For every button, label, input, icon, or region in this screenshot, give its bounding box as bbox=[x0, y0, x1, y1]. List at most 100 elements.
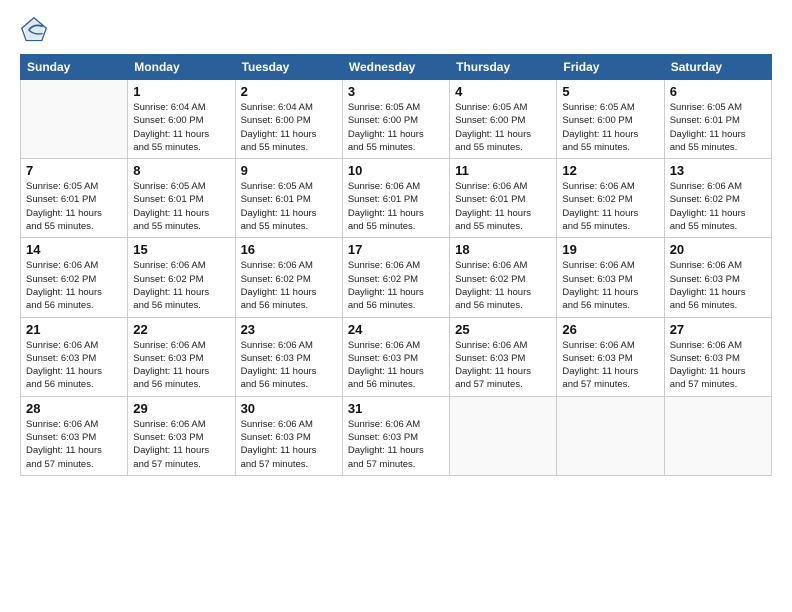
calendar-cell: 31 Sunrise: 6:06 AM Sunset: 6:03 PM Dayli… bbox=[342, 396, 449, 475]
calendar-cell: 4 Sunrise: 6:05 AM Sunset: 6:00 PM Daylig… bbox=[450, 80, 557, 159]
day-info: Sunrise: 6:05 AM Sunset: 6:01 PM Dayligh… bbox=[241, 180, 337, 233]
day-number: 31 bbox=[348, 401, 444, 416]
weekday-header: Tuesday bbox=[235, 55, 342, 80]
day-number: 29 bbox=[133, 401, 229, 416]
day-number: 26 bbox=[562, 322, 658, 337]
day-info: Sunrise: 6:06 AM Sunset: 6:03 PM Dayligh… bbox=[241, 339, 337, 392]
day-number: 21 bbox=[26, 322, 122, 337]
calendar-cell: 14 Sunrise: 6:06 AM Sunset: 6:02 PM Dayli… bbox=[21, 238, 128, 317]
weekday-header: Sunday bbox=[21, 55, 128, 80]
calendar-row: 28 Sunrise: 6:06 AM Sunset: 6:03 PM Dayli… bbox=[21, 396, 772, 475]
calendar-cell: 27Sunrise: 6:06 AM Sunset: 6:03 PM Dayli… bbox=[664, 317, 771, 396]
calendar-cell: 16Sunrise: 6:06 AM Sunset: 6:02 PM Dayli… bbox=[235, 238, 342, 317]
calendar-cell: 15Sunrise: 6:06 AM Sunset: 6:02 PM Dayli… bbox=[128, 238, 235, 317]
day-info: Sunrise: 6:04 AM Sunset: 6:00 PM Dayligh… bbox=[241, 101, 337, 154]
calendar-row: 1 Sunrise: 6:04 AM Sunset: 6:00 PM Daylig… bbox=[21, 80, 772, 159]
day-number: 19 bbox=[562, 242, 658, 257]
day-info: Sunrise: 6:06 AM Sunset: 6:03 PM Dayligh… bbox=[348, 339, 444, 392]
logo-icon bbox=[20, 16, 48, 44]
calendar-cell: 25 Sunrise: 6:06 AM Sunset: 6:03 PM Dayli… bbox=[450, 317, 557, 396]
day-info: Sunrise: 6:06 AM Sunset: 6:03 PM Dayligh… bbox=[133, 339, 229, 392]
header bbox=[20, 16, 772, 44]
calendar-cell: 21 Sunrise: 6:06 AM Sunset: 6:03 PM Dayli… bbox=[21, 317, 128, 396]
calendar-cell: 11 Sunrise: 6:06 AM Sunset: 6:01 PM Dayli… bbox=[450, 159, 557, 238]
calendar-cell: 7 Sunrise: 6:05 AM Sunset: 6:01 PM Daylig… bbox=[21, 159, 128, 238]
day-number: 28 bbox=[26, 401, 122, 416]
calendar-cell: 24 Sunrise: 6:06 AM Sunset: 6:03 PM Dayli… bbox=[342, 317, 449, 396]
calendar-cell: 1 Sunrise: 6:04 AM Sunset: 6:00 PM Daylig… bbox=[128, 80, 235, 159]
calendar-cell: 12 Sunrise: 6:06 AM Sunset: 6:02 PM Dayli… bbox=[557, 159, 664, 238]
day-number: 25 bbox=[455, 322, 551, 337]
calendar-row: 21 Sunrise: 6:06 AM Sunset: 6:03 PM Dayli… bbox=[21, 317, 772, 396]
day-info: Sunrise: 6:06 AM Sunset: 6:02 PM Dayligh… bbox=[26, 259, 122, 312]
day-number: 6 bbox=[670, 84, 766, 99]
calendar-cell: 26 Sunrise: 6:06 AM Sunset: 6:03 PM Dayli… bbox=[557, 317, 664, 396]
calendar-cell bbox=[450, 396, 557, 475]
weekday-header: Monday bbox=[128, 55, 235, 80]
calendar-cell: 17 Sunrise: 6:06 AM Sunset: 6:02 PM Dayli… bbox=[342, 238, 449, 317]
calendar-row: 14 Sunrise: 6:06 AM Sunset: 6:02 PM Dayli… bbox=[21, 238, 772, 317]
day-number: 8 bbox=[133, 163, 229, 178]
calendar-table: SundayMondayTuesdayWednesdayThursdayFrid… bbox=[20, 54, 772, 476]
day-number: 5 bbox=[562, 84, 658, 99]
calendar-cell: 28 Sunrise: 6:06 AM Sunset: 6:03 PM Dayli… bbox=[21, 396, 128, 475]
day-number: 1 bbox=[133, 84, 229, 99]
calendar-cell: 8 Sunrise: 6:05 AM Sunset: 6:01 PM Daylig… bbox=[128, 159, 235, 238]
calendar-cell: 18Sunrise: 6:06 AM Sunset: 6:02 PM Dayli… bbox=[450, 238, 557, 317]
day-info: Sunrise: 6:05 AM Sunset: 6:00 PM Dayligh… bbox=[455, 101, 551, 154]
day-number: 24 bbox=[348, 322, 444, 337]
day-info: Sunrise: 6:06 AM Sunset: 6:03 PM Dayligh… bbox=[26, 339, 122, 392]
calendar-cell: 10Sunrise: 6:06 AM Sunset: 6:01 PM Dayli… bbox=[342, 159, 449, 238]
day-number: 13 bbox=[670, 163, 766, 178]
day-number: 30 bbox=[241, 401, 337, 416]
day-number: 22 bbox=[133, 322, 229, 337]
day-info: Sunrise: 6:05 AM Sunset: 6:01 PM Dayligh… bbox=[670, 101, 766, 154]
calendar-cell: 23 Sunrise: 6:06 AM Sunset: 6:03 PM Dayli… bbox=[235, 317, 342, 396]
logo bbox=[20, 16, 50, 44]
calendar-cell: 3Sunrise: 6:05 AM Sunset: 6:00 PM Daylig… bbox=[342, 80, 449, 159]
day-info: Sunrise: 6:05 AM Sunset: 6:01 PM Dayligh… bbox=[26, 180, 122, 233]
day-number: 20 bbox=[670, 242, 766, 257]
calendar-cell bbox=[664, 396, 771, 475]
day-info: Sunrise: 6:06 AM Sunset: 6:03 PM Dayligh… bbox=[348, 418, 444, 471]
day-number: 12 bbox=[562, 163, 658, 178]
day-number: 17 bbox=[348, 242, 444, 257]
calendar-cell: 19 Sunrise: 6:06 AM Sunset: 6:03 PM Dayli… bbox=[557, 238, 664, 317]
calendar-cell: 13 Sunrise: 6:06 AM Sunset: 6:02 PM Dayli… bbox=[664, 159, 771, 238]
day-info: Sunrise: 6:05 AM Sunset: 6:00 PM Dayligh… bbox=[562, 101, 658, 154]
day-number: 14 bbox=[26, 242, 122, 257]
day-info: Sunrise: 6:05 AM Sunset: 6:01 PM Dayligh… bbox=[133, 180, 229, 233]
day-info: Sunrise: 6:06 AM Sunset: 6:03 PM Dayligh… bbox=[26, 418, 122, 471]
day-info: Sunrise: 6:06 AM Sunset: 6:02 PM Dayligh… bbox=[348, 259, 444, 312]
day-info: Sunrise: 6:06 AM Sunset: 6:03 PM Dayligh… bbox=[670, 259, 766, 312]
calendar-cell bbox=[557, 396, 664, 475]
calendar-cell: 6 Sunrise: 6:05 AM Sunset: 6:01 PM Daylig… bbox=[664, 80, 771, 159]
day-info: Sunrise: 6:06 AM Sunset: 6:03 PM Dayligh… bbox=[133, 418, 229, 471]
day-info: Sunrise: 6:06 AM Sunset: 6:01 PM Dayligh… bbox=[348, 180, 444, 233]
day-info: Sunrise: 6:06 AM Sunset: 6:03 PM Dayligh… bbox=[241, 418, 337, 471]
calendar-cell: 5 Sunrise: 6:05 AM Sunset: 6:00 PM Daylig… bbox=[557, 80, 664, 159]
day-number: 4 bbox=[455, 84, 551, 99]
calendar-cell bbox=[21, 80, 128, 159]
day-number: 23 bbox=[241, 322, 337, 337]
day-number: 9 bbox=[241, 163, 337, 178]
weekday-header-row: SundayMondayTuesdayWednesdayThursdayFrid… bbox=[21, 55, 772, 80]
day-number: 2 bbox=[241, 84, 337, 99]
day-number: 3 bbox=[348, 84, 444, 99]
day-info: Sunrise: 6:06 AM Sunset: 6:03 PM Dayligh… bbox=[455, 339, 551, 392]
day-number: 7 bbox=[26, 163, 122, 178]
day-info: Sunrise: 6:06 AM Sunset: 6:02 PM Dayligh… bbox=[562, 180, 658, 233]
day-info: Sunrise: 6:06 AM Sunset: 6:03 PM Dayligh… bbox=[562, 339, 658, 392]
day-info: Sunrise: 6:04 AM Sunset: 6:00 PM Dayligh… bbox=[133, 101, 229, 154]
calendar-cell: 2 Sunrise: 6:04 AM Sunset: 6:00 PM Daylig… bbox=[235, 80, 342, 159]
calendar-cell: 22 Sunrise: 6:06 AM Sunset: 6:03 PM Dayli… bbox=[128, 317, 235, 396]
calendar-row: 7 Sunrise: 6:05 AM Sunset: 6:01 PM Daylig… bbox=[21, 159, 772, 238]
logo-line bbox=[20, 16, 50, 44]
day-info: Sunrise: 6:06 AM Sunset: 6:02 PM Dayligh… bbox=[455, 259, 551, 312]
page: SundayMondayTuesdayWednesdayThursdayFrid… bbox=[0, 0, 792, 486]
day-info: Sunrise: 6:06 AM Sunset: 6:01 PM Dayligh… bbox=[455, 180, 551, 233]
day-info: Sunrise: 6:06 AM Sunset: 6:03 PM Dayligh… bbox=[562, 259, 658, 312]
day-info: Sunrise: 6:06 AM Sunset: 6:02 PM Dayligh… bbox=[241, 259, 337, 312]
day-info: Sunrise: 6:06 AM Sunset: 6:02 PM Dayligh… bbox=[670, 180, 766, 233]
day-number: 11 bbox=[455, 163, 551, 178]
